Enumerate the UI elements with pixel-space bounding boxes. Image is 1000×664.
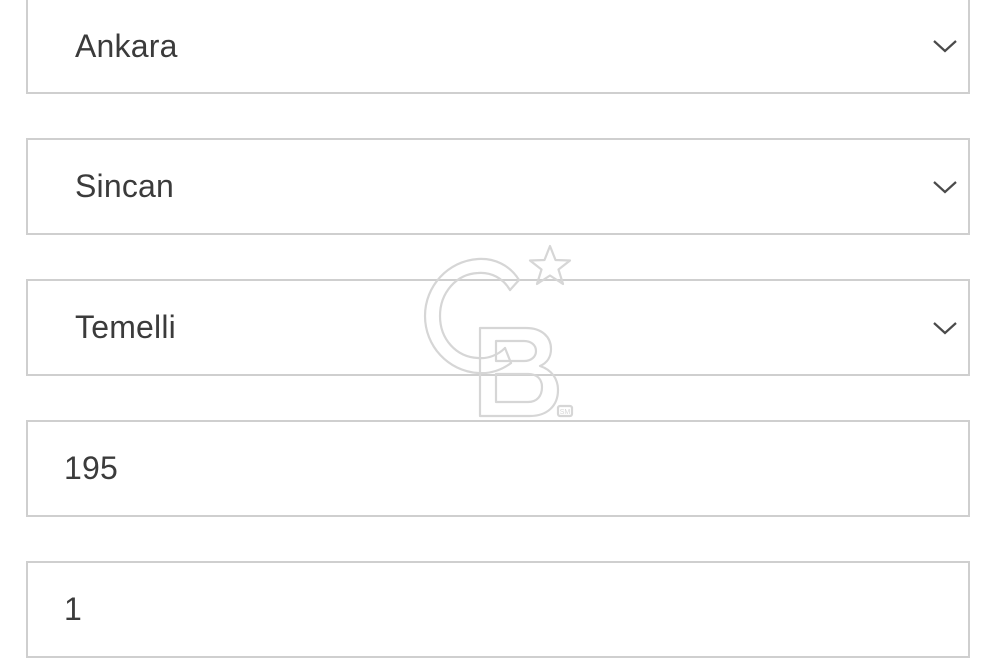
district-select[interactable]: Sincan [26, 138, 970, 235]
district-select-value: Sincan [75, 168, 175, 204]
neighborhood-select-value: Temelli [75, 309, 176, 345]
province-select[interactable]: Ankara [26, 0, 970, 94]
number-input-1-value: 195 [64, 450, 118, 486]
province-select-value: Ankara [75, 27, 178, 64]
chevron-down-icon [933, 180, 957, 193]
chevron-down-icon [933, 40, 957, 53]
number-input-2[interactable]: 1 [26, 561, 970, 658]
svg-text:SM: SM [560, 409, 571, 416]
number-input-1[interactable]: 195 [26, 420, 970, 517]
chevron-down-icon [933, 321, 957, 334]
number-input-2-value: 1 [64, 591, 82, 627]
neighborhood-select[interactable]: Temelli [26, 279, 970, 376]
